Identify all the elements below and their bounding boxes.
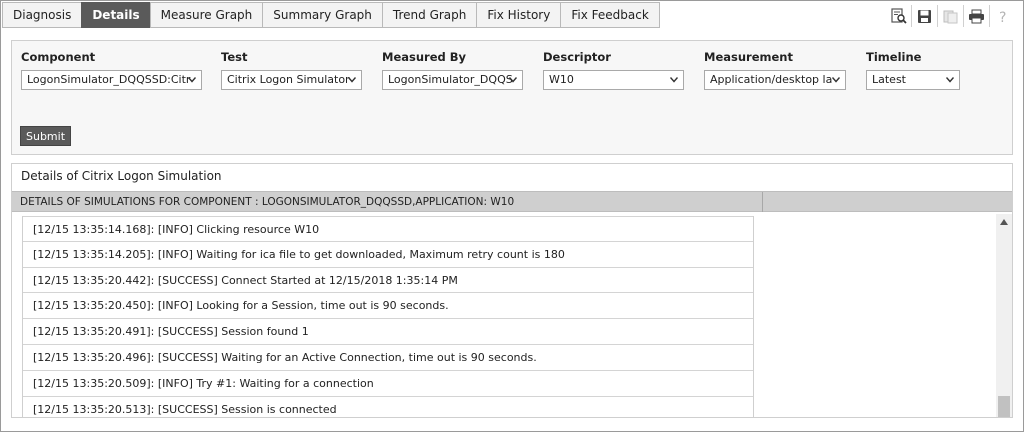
submit-button[interactable]: Submit xyxy=(20,126,72,146)
tab-details[interactable]: Details xyxy=(81,2,150,28)
scrollbar-thumb[interactable] xyxy=(998,396,1010,417)
chevron-down-icon xyxy=(348,77,356,83)
component-select[interactable]: LogonSimulator_DQQSSD:Citr xyxy=(21,70,202,90)
descriptor-value: W10 xyxy=(549,73,574,86)
log-list: [12/15 13:35:14.168]: [INFO] Clicking re… xyxy=(22,216,754,417)
measured-by-select[interactable]: LogonSimulator_DQQS xyxy=(382,70,523,90)
tab-fix-feedback[interactable]: Fix Feedback xyxy=(560,2,660,28)
header-divider xyxy=(762,192,763,212)
chevron-down-icon xyxy=(946,77,954,83)
timeline-filter: Timeline Latest xyxy=(866,50,960,90)
measured-by-filter: Measured By LogonSimulator_DQQS xyxy=(382,50,523,90)
chevron-down-icon xyxy=(188,77,196,83)
tab-diagnosis[interactable]: Diagnosis xyxy=(2,2,82,28)
export-icon[interactable] xyxy=(938,5,964,27)
chevron-down-icon xyxy=(670,77,678,83)
descriptor-label: Descriptor xyxy=(543,50,611,64)
details-header: DETAILS OF SIMULATIONS FOR COMPONENT : L… xyxy=(12,191,1012,212)
vertical-scrollbar[interactable] xyxy=(996,214,1012,417)
tab-summary-graph[interactable]: Summary Graph xyxy=(262,2,382,28)
component-value: LogonSimulator_DQQSSD:Citr xyxy=(27,73,191,86)
save-icon[interactable] xyxy=(912,5,938,27)
measured-by-label: Measured By xyxy=(382,50,467,64)
log-row: [12/15 13:35:20.450]: [INFO] Looking for… xyxy=(23,293,753,320)
tab-trend-graph[interactable]: Trend Graph xyxy=(381,2,477,28)
chevron-down-icon xyxy=(509,77,517,83)
timeline-select[interactable]: Latest xyxy=(866,70,960,90)
chevron-down-icon xyxy=(832,77,840,83)
toolbar: ? xyxy=(886,5,1016,27)
log-row: [12/15 13:35:20.509]: [INFO] Try #1: Wai… xyxy=(23,371,753,397)
timeline-label: Timeline xyxy=(866,50,922,64)
measurement-filter: Measurement Application/desktop la xyxy=(704,50,846,90)
test-label: Test xyxy=(221,50,248,64)
tab-bar: Diagnosis Details Measure Graph Summary … xyxy=(2,2,660,29)
details-title: Details of Citrix Logon Simulation xyxy=(12,164,1012,189)
measurement-select[interactable]: Application/desktop la xyxy=(704,70,846,90)
filter-panel: Component LogonSimulator_DQQSSD:Citr Tes… xyxy=(11,40,1013,155)
measured-by-value: LogonSimulator_DQQS xyxy=(388,73,513,86)
tab-fix-history[interactable]: Fix History xyxy=(476,2,561,28)
log-row: [12/15 13:35:14.168]: [INFO] Clicking re… xyxy=(23,216,753,242)
test-filter: Test Citrix Logon Simulator xyxy=(221,50,362,90)
help-icon[interactable]: ? xyxy=(990,5,1016,27)
measurement-label: Measurement xyxy=(704,50,793,64)
test-value: Citrix Logon Simulator xyxy=(227,73,350,86)
log-row: [12/15 13:35:14.205]: [INFO] Waiting for… xyxy=(23,242,753,268)
test-select[interactable]: Citrix Logon Simulator xyxy=(221,70,362,90)
measurement-value: Application/desktop la xyxy=(710,73,833,86)
search-report-icon[interactable] xyxy=(886,5,912,27)
descriptor-select[interactable]: W10 xyxy=(543,70,684,90)
svg-text:?: ? xyxy=(999,10,1006,24)
component-label: Component xyxy=(21,50,96,64)
details-header-text: DETAILS OF SIMULATIONS FOR COMPONENT : L… xyxy=(20,196,515,208)
log-row: [12/15 13:35:20.513]: [SUCCESS] Session … xyxy=(23,397,753,417)
component-filter: Component LogonSimulator_DQQSSD:Citr xyxy=(21,50,202,90)
log-row: [12/15 13:35:20.496]: [SUCCESS] Waiting … xyxy=(23,345,753,371)
chevron-up-icon[interactable] xyxy=(1000,219,1008,225)
descriptor-filter: Descriptor W10 xyxy=(543,50,684,90)
print-icon[interactable] xyxy=(964,5,990,27)
timeline-value: Latest xyxy=(872,73,906,86)
details-panel: Details of Citrix Logon Simulation DETAI… xyxy=(11,163,1013,418)
tab-measure-graph[interactable]: Measure Graph xyxy=(149,2,263,28)
log-row: [12/15 13:35:20.442]: [SUCCESS] Connect … xyxy=(23,268,753,294)
log-row: [12/15 13:35:20.491]: [SUCCESS] Session … xyxy=(23,319,753,345)
